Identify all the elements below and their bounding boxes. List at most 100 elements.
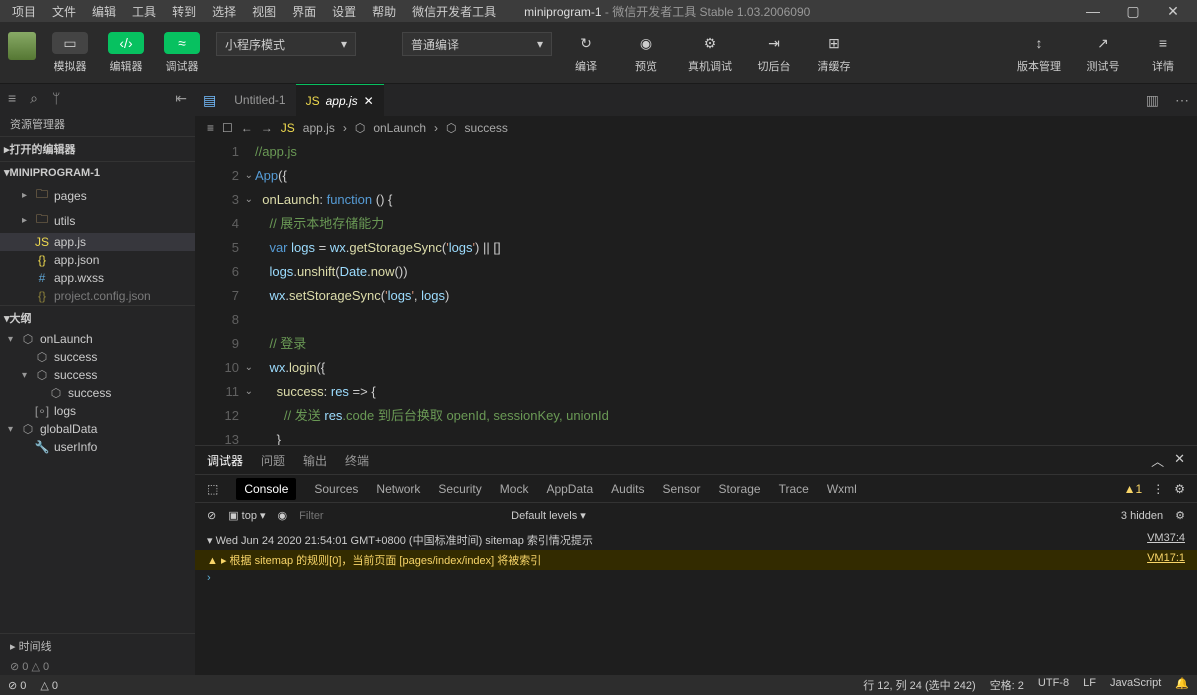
- file-utils[interactable]: ▸🗀utils: [0, 208, 195, 233]
- close-button[interactable]: ✕: [1153, 3, 1193, 20]
- file-app.wxss[interactable]: #app.wxss: [0, 269, 195, 287]
- breadcrumb[interactable]: ≡ ☐ ← → JSapp.js› ⬡onLaunch› ⬡success: [195, 116, 1197, 140]
- devtab-sources[interactable]: Sources: [314, 482, 358, 496]
- search-icon[interactable]: ⌕: [30, 90, 38, 107]
- project-header[interactable]: ▾MINIPROGRAM-1: [0, 161, 195, 183]
- bookmark-icon[interactable]: ☐: [222, 121, 233, 135]
- collapse-icon[interactable]: ⇤: [175, 90, 187, 107]
- console-prompt[interactable]: ›: [195, 570, 1197, 586]
- devtab-storage[interactable]: Storage: [719, 482, 761, 496]
- untitled-tab-icon[interactable]: ▤: [195, 92, 224, 109]
- chevron-up-icon[interactable]: ︿: [1151, 451, 1164, 470]
- console-line[interactable]: ▾ Wed Jun 24 2020 21:54:01 GMT+0800 (中国标…: [195, 530, 1197, 550]
- menu-help[interactable]: 帮助: [364, 1, 404, 22]
- status-language[interactable]: JavaScript: [1110, 677, 1161, 693]
- devtools-gear-icon[interactable]: ⚙: [1174, 482, 1185, 496]
- more-icon[interactable]: ⋯: [1167, 92, 1197, 109]
- maximize-button[interactable]: ▢: [1113, 3, 1153, 20]
- clear-cache-button[interactable]: ⊞清缓存: [808, 28, 860, 78]
- menu-view[interactable]: 视图: [244, 1, 284, 22]
- devtab-sensor[interactable]: Sensor: [663, 482, 701, 496]
- panel-tab-problems[interactable]: 问题: [261, 452, 285, 469]
- split-editor-icon[interactable]: ▥: [1138, 92, 1167, 109]
- status-spaces[interactable]: 空格: 2: [990, 677, 1024, 693]
- editor-button[interactable]: ‹/›编辑器: [100, 28, 152, 78]
- menu-goto[interactable]: 转到: [164, 1, 204, 22]
- status-errors[interactable]: ⊘ 0: [8, 679, 26, 692]
- menu-tools[interactable]: 工具: [124, 1, 164, 22]
- menu-interface[interactable]: 界面: [284, 1, 324, 22]
- remote-debug-button[interactable]: ⚙真机调试: [680, 28, 740, 78]
- filter-input[interactable]: [299, 510, 499, 522]
- status-encoding[interactable]: UTF-8: [1038, 677, 1069, 693]
- devtab-network[interactable]: Network: [376, 482, 420, 496]
- menu-settings[interactable]: 设置: [324, 1, 364, 22]
- outline-success[interactable]: ⬡success: [0, 384, 195, 402]
- levels-dropdown[interactable]: Default levels ▾: [511, 509, 586, 522]
- tab-untitled[interactable]: Untitled-1: [224, 84, 295, 116]
- eye-icon[interactable]: ◉: [278, 509, 288, 522]
- details-button[interactable]: ≡详情: [1137, 28, 1189, 78]
- status-cursor[interactable]: 行 12, 列 24 (选中 242): [863, 677, 976, 693]
- tab-appjs[interactable]: JSapp.js✕: [296, 84, 384, 116]
- simulator-button[interactable]: ▭模拟器: [44, 28, 96, 78]
- panel-tab-terminal[interactable]: 终端: [345, 452, 369, 469]
- back-icon[interactable]: ←: [241, 121, 253, 135]
- devtab-security[interactable]: Security: [438, 482, 481, 496]
- devtab-appdata[interactable]: AppData: [546, 482, 593, 496]
- source-link[interactable]: VM37:4: [1147, 532, 1185, 548]
- menu-icon[interactable]: ≡: [8, 90, 16, 106]
- bell-icon[interactable]: 🔔: [1175, 677, 1189, 693]
- mode-dropdown[interactable]: 小程序模式▾: [216, 32, 356, 56]
- devtab-audits[interactable]: Audits: [611, 482, 644, 496]
- file-app.js[interactable]: JSapp.js: [0, 233, 195, 251]
- open-editors-header[interactable]: ▸打开的编辑器: [0, 136, 195, 161]
- versions-button[interactable]: ↕版本管理: [1009, 28, 1069, 78]
- devtab-console[interactable]: Console: [236, 478, 296, 500]
- minimize-button[interactable]: —: [1073, 3, 1113, 20]
- panel-tab-output[interactable]: 输出: [303, 452, 327, 469]
- panel-tab-debugger[interactable]: 调试器: [207, 452, 243, 469]
- status-warnings[interactable]: △ 0: [40, 679, 58, 692]
- devtools-settings-icon[interactable]: ⋮: [1152, 482, 1164, 496]
- background-button[interactable]: ⇥切后台: [748, 28, 800, 78]
- file-app.json[interactable]: {}app.json: [0, 251, 195, 269]
- context-selector[interactable]: ▣ top ▾: [228, 509, 265, 522]
- source-link[interactable]: VM17:1: [1147, 552, 1185, 568]
- list-icon[interactable]: ≡: [207, 121, 214, 135]
- status-eol[interactable]: LF: [1083, 677, 1096, 693]
- devtab-mock[interactable]: Mock: [500, 482, 529, 496]
- file-pages[interactable]: ▸🗀pages: [0, 183, 195, 208]
- devtab-wxml[interactable]: Wxml: [827, 482, 857, 496]
- console-line[interactable]: ▲ ▸ 根据 sitemap 的规则[0]，当前页面 [pages/index/…: [195, 550, 1197, 570]
- inspect-icon[interactable]: ⬚: [207, 482, 218, 496]
- preview-button[interactable]: ◉预览: [620, 28, 672, 78]
- compile-button[interactable]: ↻编译: [560, 28, 612, 78]
- devtab-trace[interactable]: Trace: [779, 482, 809, 496]
- forward-icon[interactable]: →: [261, 121, 273, 135]
- file-project.config.json[interactable]: {}project.config.json: [0, 287, 195, 305]
- outline-logs[interactable]: [∘]logs: [0, 402, 195, 420]
- outline-header[interactable]: ▾大纲: [0, 305, 195, 330]
- clear-console-icon[interactable]: ⊘: [207, 509, 216, 522]
- console-body[interactable]: ▾ Wed Jun 24 2020 21:54:01 GMT+0800 (中国标…: [195, 528, 1197, 675]
- console-gear-icon[interactable]: ⚙: [1175, 509, 1185, 522]
- panel-close-icon[interactable]: ✕: [1174, 451, 1185, 470]
- menu-wx-devtools[interactable]: 微信开发者工具: [404, 1, 504, 22]
- menu-file[interactable]: 文件: [44, 1, 84, 22]
- warning-badge[interactable]: ▲1: [1124, 482, 1143, 496]
- branch-icon[interactable]: ᛘ: [52, 90, 60, 106]
- code-editor[interactable]: 12⌄3⌄45678910⌄11⌄1213 //app.jsApp({ onLa…: [195, 140, 1197, 445]
- test-account-button[interactable]: ↗测试号: [1077, 28, 1129, 78]
- outline-globalData[interactable]: ▾⬡globalData: [0, 420, 195, 438]
- hidden-count[interactable]: 3 hidden: [1121, 510, 1163, 522]
- outline-onLaunch[interactable]: ▾⬡onLaunch: [0, 330, 195, 348]
- menu-project[interactable]: 项目: [4, 1, 44, 22]
- compile-mode-dropdown[interactable]: 普通编译▾: [402, 32, 552, 56]
- menu-select[interactable]: 选择: [204, 1, 244, 22]
- debugger-button[interactable]: ≈调试器: [156, 28, 208, 78]
- timeline-header[interactable]: ▸ 时间线: [0, 633, 195, 658]
- outline-userInfo[interactable]: 🔧userInfo: [0, 438, 195, 456]
- menu-edit[interactable]: 编辑: [84, 1, 124, 22]
- avatar[interactable]: [8, 32, 36, 60]
